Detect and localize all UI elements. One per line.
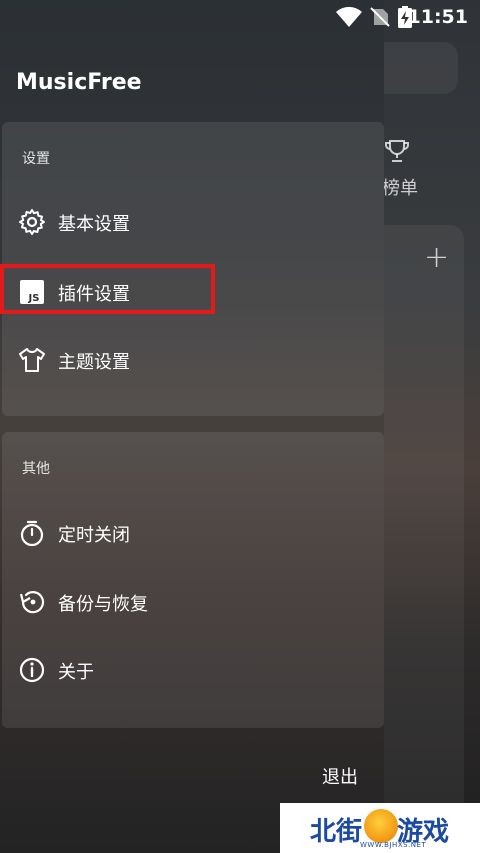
- backup-restore-item[interactable]: 备份与恢复: [2, 574, 382, 630]
- other-section-label: 其他: [22, 461, 50, 477]
- wifi-icon: [336, 6, 362, 27]
- exit-button[interactable]: 退出: [322, 763, 358, 789]
- settings-section-label: 设置: [22, 151, 50, 167]
- sleep-timer-item[interactable]: 定时关闭: [2, 505, 382, 561]
- tshirt-icon: [19, 348, 45, 372]
- timer-icon: [20, 520, 44, 547]
- highlight-box: [0, 264, 215, 314]
- trophy-icon: [385, 140, 409, 162]
- gear-icon: [19, 209, 45, 235]
- info-icon: [19, 657, 45, 683]
- background-rank-label: 榜单: [382, 178, 418, 199]
- add-icon: +: [424, 240, 450, 275]
- restore-icon: [19, 591, 45, 614]
- watermark-text-left: 北街: [310, 817, 363, 847]
- app-title: MusicFree: [16, 70, 142, 95]
- theme-settings-item[interactable]: 主题设置: [2, 332, 382, 388]
- status-bar: 11:51: [0, 0, 480, 34]
- watermark-logo: 北街 游戏 WWW.BJHXS.NET: [280, 803, 480, 853]
- watermark-url: WWW.BJHXS.NET: [360, 841, 427, 849]
- backup-restore-label: 备份与恢复: [58, 594, 148, 615]
- basic-settings-item[interactable]: 基本设置: [2, 194, 382, 250]
- watermark-sun-icon: [364, 809, 398, 843]
- background-card: [372, 225, 464, 845]
- no-sim-icon: [370, 7, 390, 27]
- theme-settings-label: 主题设置: [58, 352, 130, 373]
- about-label: 关于: [58, 662, 94, 683]
- about-item[interactable]: 关于: [2, 642, 382, 698]
- basic-settings-label: 基本设置: [58, 214, 130, 235]
- navigation-drawer: MusicFree 设置 基本设置 JS 插件设置 主题设置 其他 定时关闭 备…: [0, 0, 384, 853]
- sleep-timer-label: 定时关闭: [58, 525, 130, 546]
- clock: 11:51: [407, 6, 468, 28]
- other-panel: 其他 定时关闭 备份与恢复 关于: [2, 432, 384, 728]
